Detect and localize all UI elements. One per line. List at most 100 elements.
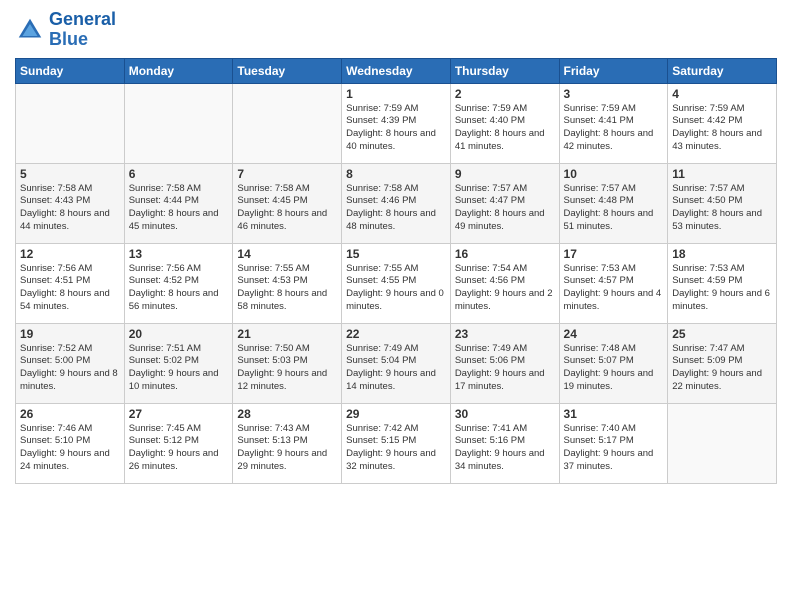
calendar-cell: 8 Sunrise: 7:58 AMSunset: 4:46 PMDayligh… [342, 163, 451, 243]
day-info: Sunrise: 7:53 AMSunset: 4:57 PMDaylight:… [564, 263, 664, 314]
day-info: Sunrise: 7:49 AMSunset: 5:06 PMDaylight:… [455, 343, 555, 394]
calendar-cell: 22 Sunrise: 7:49 AMSunset: 5:04 PMDaylig… [342, 323, 451, 403]
calendar-cell [233, 83, 342, 163]
day-info: Sunrise: 7:49 AMSunset: 5:04 PMDaylight:… [346, 343, 446, 394]
day-number: 30 [455, 407, 555, 421]
day-header-thursday: Thursday [450, 58, 559, 83]
calendar-cell: 2 Sunrise: 7:59 AMSunset: 4:40 PMDayligh… [450, 83, 559, 163]
calendar-cell: 24 Sunrise: 7:48 AMSunset: 5:07 PMDaylig… [559, 323, 668, 403]
day-number: 23 [455, 327, 555, 341]
calendar-cell: 15 Sunrise: 7:55 AMSunset: 4:55 PMDaylig… [342, 243, 451, 323]
day-number: 24 [564, 327, 664, 341]
day-info: Sunrise: 7:42 AMSunset: 5:15 PMDaylight:… [346, 423, 446, 474]
day-number: 17 [564, 247, 664, 261]
day-info: Sunrise: 7:55 AMSunset: 4:55 PMDaylight:… [346, 263, 446, 314]
day-number: 20 [129, 327, 229, 341]
calendar-cell: 4 Sunrise: 7:59 AMSunset: 4:42 PMDayligh… [668, 83, 777, 163]
day-number: 18 [672, 247, 772, 261]
calendar-cell: 27 Sunrise: 7:45 AMSunset: 5:12 PMDaylig… [124, 403, 233, 483]
day-number: 1 [346, 87, 446, 101]
day-info: Sunrise: 7:57 AMSunset: 4:50 PMDaylight:… [672, 183, 772, 234]
day-info: Sunrise: 7:54 AMSunset: 4:56 PMDaylight:… [455, 263, 555, 314]
calendar-cell: 28 Sunrise: 7:43 AMSunset: 5:13 PMDaylig… [233, 403, 342, 483]
day-info: Sunrise: 7:48 AMSunset: 5:07 PMDaylight:… [564, 343, 664, 394]
day-header-tuesday: Tuesday [233, 58, 342, 83]
calendar-cell: 10 Sunrise: 7:57 AMSunset: 4:48 PMDaylig… [559, 163, 668, 243]
day-number: 27 [129, 407, 229, 421]
day-info: Sunrise: 7:40 AMSunset: 5:17 PMDaylight:… [564, 423, 664, 474]
calendar-cell: 5 Sunrise: 7:58 AMSunset: 4:43 PMDayligh… [16, 163, 125, 243]
calendar-cell: 6 Sunrise: 7:58 AMSunset: 4:44 PMDayligh… [124, 163, 233, 243]
calendar-cell: 7 Sunrise: 7:58 AMSunset: 4:45 PMDayligh… [233, 163, 342, 243]
day-number: 13 [129, 247, 229, 261]
calendar-cell: 29 Sunrise: 7:42 AMSunset: 5:15 PMDaylig… [342, 403, 451, 483]
logo-text: General Blue [49, 10, 116, 50]
calendar-cell: 13 Sunrise: 7:56 AMSunset: 4:52 PMDaylig… [124, 243, 233, 323]
calendar-cell: 3 Sunrise: 7:59 AMSunset: 4:41 PMDayligh… [559, 83, 668, 163]
day-info: Sunrise: 7:47 AMSunset: 5:09 PMDaylight:… [672, 343, 772, 394]
day-info: Sunrise: 7:51 AMSunset: 5:02 PMDaylight:… [129, 343, 229, 394]
day-info: Sunrise: 7:41 AMSunset: 5:16 PMDaylight:… [455, 423, 555, 474]
day-number: 22 [346, 327, 446, 341]
calendar-cell: 26 Sunrise: 7:46 AMSunset: 5:10 PMDaylig… [16, 403, 125, 483]
day-info: Sunrise: 7:56 AMSunset: 4:51 PMDaylight:… [20, 263, 120, 314]
day-info: Sunrise: 7:57 AMSunset: 4:47 PMDaylight:… [455, 183, 555, 234]
day-number: 16 [455, 247, 555, 261]
calendar-cell: 21 Sunrise: 7:50 AMSunset: 5:03 PMDaylig… [233, 323, 342, 403]
day-header-sunday: Sunday [16, 58, 125, 83]
calendar-table: SundayMondayTuesdayWednesdayThursdayFrid… [15, 58, 777, 484]
day-number: 25 [672, 327, 772, 341]
day-info: Sunrise: 7:57 AMSunset: 4:48 PMDaylight:… [564, 183, 664, 234]
day-number: 5 [20, 167, 120, 181]
day-number: 2 [455, 87, 555, 101]
day-info: Sunrise: 7:43 AMSunset: 5:13 PMDaylight:… [237, 423, 337, 474]
calendar-cell: 18 Sunrise: 7:53 AMSunset: 4:59 PMDaylig… [668, 243, 777, 323]
calendar-cell: 25 Sunrise: 7:47 AMSunset: 5:09 PMDaylig… [668, 323, 777, 403]
day-header-monday: Monday [124, 58, 233, 83]
day-number: 31 [564, 407, 664, 421]
day-info: Sunrise: 7:52 AMSunset: 5:00 PMDaylight:… [20, 343, 120, 394]
day-info: Sunrise: 7:55 AMSunset: 4:53 PMDaylight:… [237, 263, 337, 314]
day-number: 21 [237, 327, 337, 341]
day-number: 3 [564, 87, 664, 101]
day-info: Sunrise: 7:50 AMSunset: 5:03 PMDaylight:… [237, 343, 337, 394]
day-header-saturday: Saturday [668, 58, 777, 83]
calendar-cell [124, 83, 233, 163]
day-number: 8 [346, 167, 446, 181]
day-number: 29 [346, 407, 446, 421]
calendar-cell: 17 Sunrise: 7:53 AMSunset: 4:57 PMDaylig… [559, 243, 668, 323]
day-info: Sunrise: 7:59 AMSunset: 4:41 PMDaylight:… [564, 103, 664, 154]
logo: General Blue [15, 10, 116, 50]
day-number: 7 [237, 167, 337, 181]
day-info: Sunrise: 7:46 AMSunset: 5:10 PMDaylight:… [20, 423, 120, 474]
day-number: 6 [129, 167, 229, 181]
day-info: Sunrise: 7:59 AMSunset: 4:42 PMDaylight:… [672, 103, 772, 154]
day-info: Sunrise: 7:58 AMSunset: 4:44 PMDaylight:… [129, 183, 229, 234]
day-info: Sunrise: 7:59 AMSunset: 4:40 PMDaylight:… [455, 103, 555, 154]
day-number: 10 [564, 167, 664, 181]
day-number: 12 [20, 247, 120, 261]
day-number: 15 [346, 247, 446, 261]
calendar-cell: 11 Sunrise: 7:57 AMSunset: 4:50 PMDaylig… [668, 163, 777, 243]
calendar-cell: 12 Sunrise: 7:56 AMSunset: 4:51 PMDaylig… [16, 243, 125, 323]
day-header-friday: Friday [559, 58, 668, 83]
day-number: 26 [20, 407, 120, 421]
day-info: Sunrise: 7:56 AMSunset: 4:52 PMDaylight:… [129, 263, 229, 314]
day-info: Sunrise: 7:45 AMSunset: 5:12 PMDaylight:… [129, 423, 229, 474]
calendar-cell: 31 Sunrise: 7:40 AMSunset: 5:17 PMDaylig… [559, 403, 668, 483]
calendar-cell: 19 Sunrise: 7:52 AMSunset: 5:00 PMDaylig… [16, 323, 125, 403]
day-number: 14 [237, 247, 337, 261]
calendar-cell [668, 403, 777, 483]
day-info: Sunrise: 7:59 AMSunset: 4:39 PMDaylight:… [346, 103, 446, 154]
day-info: Sunrise: 7:58 AMSunset: 4:46 PMDaylight:… [346, 183, 446, 234]
day-info: Sunrise: 7:58 AMSunset: 4:45 PMDaylight:… [237, 183, 337, 234]
day-number: 28 [237, 407, 337, 421]
day-number: 9 [455, 167, 555, 181]
day-number: 4 [672, 87, 772, 101]
day-number: 19 [20, 327, 120, 341]
calendar-cell: 1 Sunrise: 7:59 AMSunset: 4:39 PMDayligh… [342, 83, 451, 163]
calendar-cell: 16 Sunrise: 7:54 AMSunset: 4:56 PMDaylig… [450, 243, 559, 323]
calendar-cell: 23 Sunrise: 7:49 AMSunset: 5:06 PMDaylig… [450, 323, 559, 403]
day-header-wednesday: Wednesday [342, 58, 451, 83]
calendar-cell: 20 Sunrise: 7:51 AMSunset: 5:02 PMDaylig… [124, 323, 233, 403]
